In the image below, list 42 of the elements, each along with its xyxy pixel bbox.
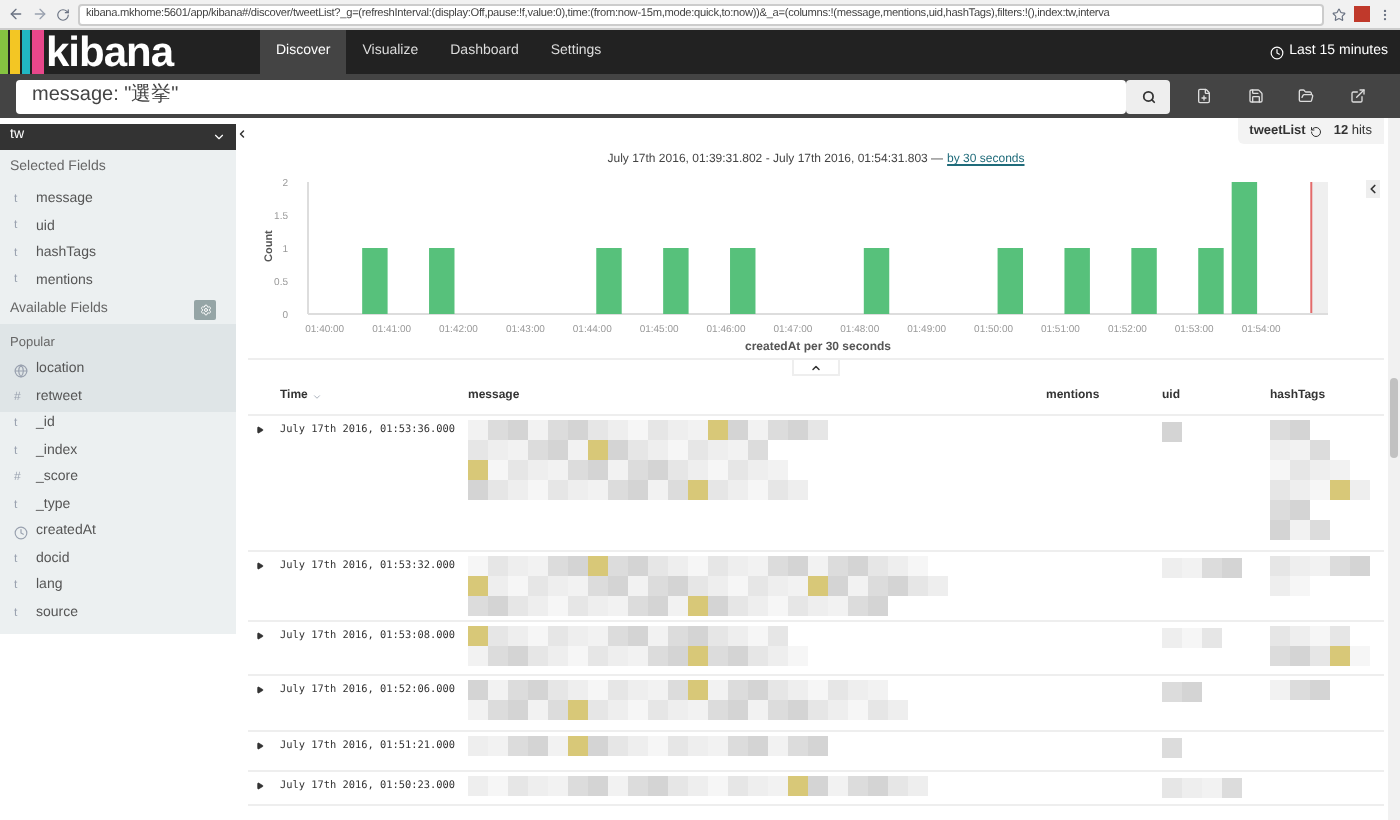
pixelated-text-drawing — [1162, 627, 1222, 647]
globe-icon — [14, 364, 28, 378]
menu-icon[interactable] — [1378, 7, 1392, 21]
search-icon — [1141, 89, 1155, 103]
pixelated-text-drawing — [1270, 679, 1330, 699]
reload-icon[interactable] — [56, 7, 70, 21]
pixelated-text-drawing — [1270, 419, 1370, 539]
pixelated-text-drawing — [1270, 625, 1370, 665]
pixelated-text-drawing — [1162, 681, 1202, 701]
legend-toggle-icon[interactable] — [1366, 180, 1380, 198]
clock-icon — [1269, 45, 1284, 59]
expand-icon[interactable] — [256, 631, 264, 639]
forward-icon[interactable] — [32, 6, 48, 22]
pixelated-text-drawing — [1162, 737, 1182, 757]
expand-icon[interactable] — [256, 425, 264, 433]
clock-icon — [14, 526, 28, 540]
search-button[interactable] — [1126, 79, 1170, 113]
expand-icon[interactable] — [256, 781, 264, 789]
reset-icon[interactable] — [1309, 125, 1322, 137]
histogram-bar[interactable] — [1231, 182, 1258, 314]
logo-text[interactable]: kibana — [46, 31, 174, 73]
scrollbar[interactable] — [1388, 118, 1400, 820]
folder-icon[interactable] — [1298, 88, 1315, 104]
back-icon[interactable] — [8, 6, 24, 22]
settings-button[interactable] — [194, 299, 216, 320]
logo-stripes-icon — [0, 30, 44, 74]
pixelated-text-drawing — [1162, 777, 1242, 797]
new-document-icon[interactable] — [1195, 88, 1212, 104]
pixelated-text-drawing — [1162, 557, 1242, 577]
collapse-icon[interactable] — [236, 128, 248, 140]
picture-now-marker — [1310, 181, 1313, 315]
expand-icon[interactable] — [256, 741, 264, 749]
expand-icon[interactable] — [256, 685, 264, 693]
chevron-up-icon — [810, 361, 822, 373]
search-field[interactable]: message: "選挙" — [16, 79, 1126, 113]
share-icon[interactable] — [1350, 88, 1367, 104]
pixelated-text-drawing — [1162, 421, 1182, 441]
caret-icon — [212, 130, 226, 144]
pixelated-text-drawing — [1270, 555, 1370, 595]
save-icon[interactable] — [1247, 88, 1264, 104]
star-icon[interactable] — [1332, 7, 1346, 21]
expand-icon[interactable] — [256, 561, 264, 569]
